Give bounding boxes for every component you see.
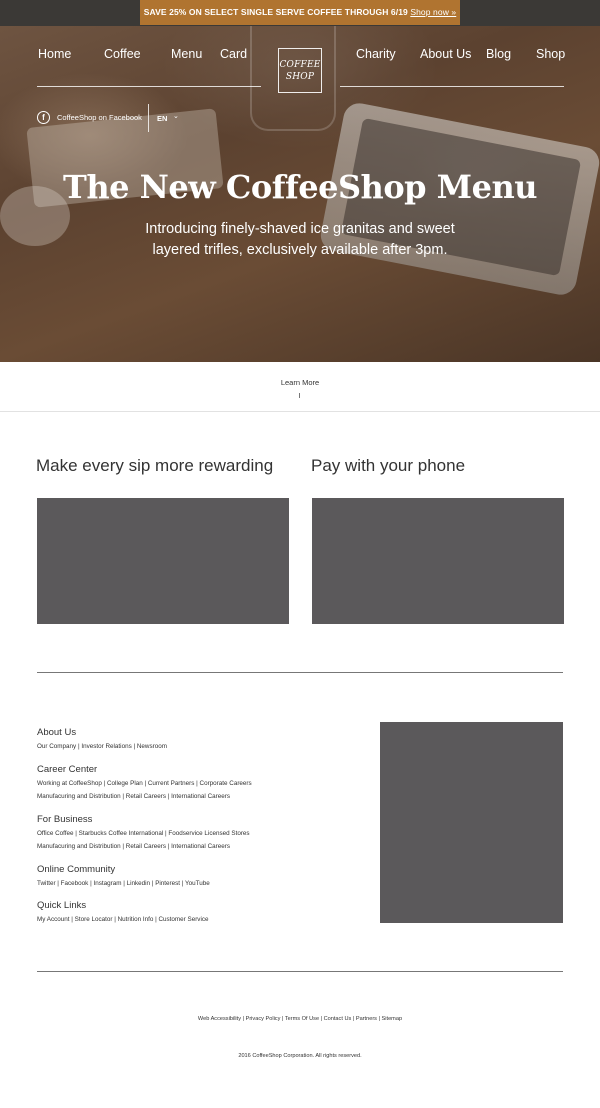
nav-charity[interactable]: Charity: [356, 47, 396, 61]
footer-heading: For Business: [37, 814, 93, 825]
nav-shop[interactable]: Shop: [536, 47, 565, 61]
footer-links[interactable]: Manufacuring and Distribution | Retail C…: [37, 790, 252, 803]
promo-banner: SAVE 25% ON SELECT SINGLE SERVE COFFEE T…: [140, 0, 460, 25]
pay-phone-image-placeholder[interactable]: [312, 498, 564, 624]
footer-links[interactable]: Working at CoffeeShop | College Plan | C…: [37, 777, 252, 790]
footer-quick-links-group: Quick Links My Account | Store Locator |…: [37, 900, 209, 926]
copyright: 2016 CoffeeShop Corporation. All rights …: [238, 1053, 362, 1059]
logo-line-1: COFFEE: [279, 60, 321, 70]
footer-links[interactable]: My Account | Store Locator | Nutrition I…: [37, 913, 209, 926]
footer-links[interactable]: Twitter | Facebook | Instagram | Linkedi…: [37, 877, 210, 890]
nav-about-us[interactable]: About Us: [420, 47, 471, 61]
pay-phone-heading: Pay with your phone: [311, 456, 466, 475]
legal-links[interactable]: Web Accessibility | Privacy Policy | Ter…: [0, 1016, 600, 1022]
footer-links[interactable]: Our Company | Investor Relations | Newsr…: [37, 740, 167, 753]
chevron-down-icon[interactable]: ⌄: [173, 112, 179, 120]
scroll-indicator: [299, 393, 300, 398]
shop-now-link[interactable]: Shop now »: [410, 7, 456, 17]
facebook-link[interactable]: f CoffeeShop on Facebook: [37, 111, 142, 124]
footer-heading: About Us: [37, 727, 77, 738]
footer-about-group: About Us Our Company | Investor Relation…: [37, 727, 167, 753]
footer-heading: Career Center: [37, 764, 98, 775]
footer-career-group: Career Center Working at CoffeeShop | Co…: [37, 764, 252, 803]
nav-coffee[interactable]: Coffee: [104, 47, 141, 61]
language-divider: [148, 104, 149, 132]
footer-image-placeholder: [380, 722, 563, 923]
footer-community-group: Online Community Twitter | Facebook | In…: [37, 864, 210, 890]
footer-heading: Online Community: [37, 864, 116, 875]
footer-business-group: For Business Office Coffee | Starbucks C…: [37, 814, 250, 853]
language-selector[interactable]: EN: [157, 114, 167, 123]
section-divider: [0, 411, 600, 412]
nav-menu[interactable]: Menu: [171, 47, 202, 61]
facebook-label: CoffeeShop on Facebook: [57, 113, 142, 122]
coffeeshop-logo[interactable]: COFFEE SHOP: [278, 48, 322, 93]
footer-links[interactable]: Manufacuring and Distribution | Retail C…: [37, 840, 250, 853]
hero-title: The New CoffeeShop Menu: [63, 168, 537, 206]
footer-links[interactable]: Office Coffee | Starbucks Coffee Interna…: [37, 827, 250, 840]
nav-divider-right: [340, 86, 564, 87]
learn-more-link[interactable]: Learn More: [0, 378, 600, 387]
promo-text: SAVE 25% ON SELECT SINGLE SERVE COFFEE T…: [143, 7, 408, 17]
rewards-image-placeholder[interactable]: [37, 498, 289, 624]
nav-card[interactable]: Card: [220, 47, 247, 61]
logo-line-2: SHOP: [285, 72, 315, 82]
footer-heading: Quick Links: [37, 900, 87, 911]
footer-top-rule: [37, 672, 563, 673]
hero-subtitle: Introducing finely-shaved ice granitas a…: [145, 221, 455, 258]
nav-blog[interactable]: Blog: [486, 47, 511, 61]
hero-banner: Home Coffee Menu Card Charity About Us B…: [0, 26, 600, 362]
nav-home[interactable]: Home: [38, 47, 71, 61]
footer-bottom-rule: [37, 971, 563, 972]
nav-divider-left: [37, 86, 261, 87]
rewards-heading: Make every sip more rewarding: [36, 456, 274, 475]
facebook-icon: f: [37, 111, 50, 124]
